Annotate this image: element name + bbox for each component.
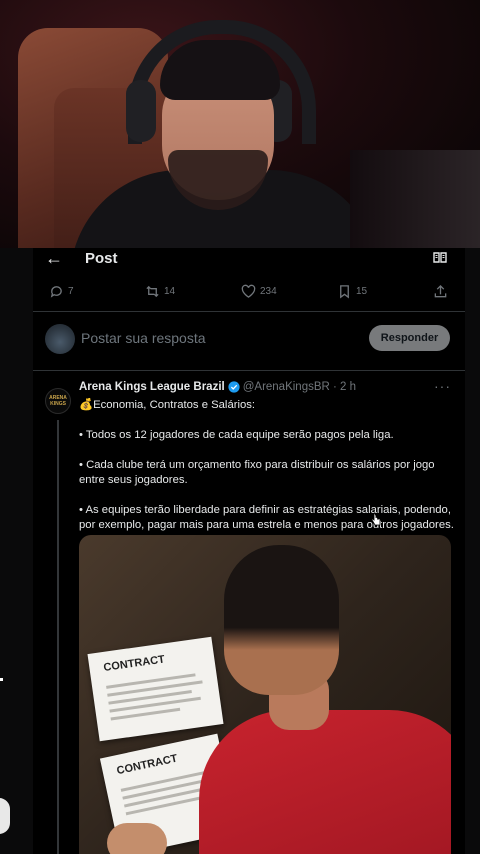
repost-icon (146, 285, 159, 298)
repost-count: 14 (164, 286, 176, 297)
contract-paper: CONTRACT (87, 636, 224, 742)
book-open-icon[interactable] (433, 252, 447, 263)
heart-icon (241, 284, 256, 298)
tweet-line: • As equipes terão liberdade para defini… (79, 504, 454, 531)
tweet-line: 💰Economia, Contratos e Salários: (79, 399, 256, 411)
tweet-line: • Todos os 12 jogadores de cada equipe s… (79, 429, 394, 441)
tweet-media-image[interactable]: CONTRACT CONTRACT (79, 535, 451, 854)
background-furniture (350, 150, 480, 250)
like-action[interactable]: 234 (241, 284, 277, 299)
post-actions: 7 14 234 15 (33, 284, 465, 306)
reply-icon (50, 286, 62, 298)
reply-action[interactable]: 7 (49, 284, 74, 299)
tweet-text: 💰Economia, Contratos e Salários: • Todos… (79, 398, 457, 533)
page-title: Post (85, 250, 118, 267)
contract-title: CONTRACT (115, 752, 179, 778)
left-marker (0, 678, 3, 681)
man-red-shirt (199, 710, 451, 854)
share-icon (434, 284, 447, 298)
reply-count: 7 (68, 286, 74, 297)
arrow-left-icon[interactable]: ← (45, 248, 63, 269)
right-background (465, 248, 480, 854)
bookmark-count: 15 (356, 286, 368, 297)
more-options-icon[interactable]: ··· (434, 378, 451, 394)
headphone-left-cup (126, 80, 156, 142)
left-background (0, 248, 33, 854)
avatar (45, 324, 75, 354)
author-name[interactable]: Arena Kings League Brazil (79, 381, 225, 393)
author-avatar[interactable]: ARENA KINGS (45, 388, 71, 414)
post-header: ← Post (33, 248, 465, 270)
webcam-overlay (0, 0, 480, 250)
bookmark-icon (340, 285, 349, 299)
tweet-author: Arena Kings League Brazil @ArenaKingsBR … (79, 381, 356, 393)
reply-composer: Postar sua resposta Responder (33, 322, 465, 358)
share-action[interactable] (433, 284, 448, 299)
thread-line (57, 420, 59, 854)
divider (33, 370, 465, 371)
contract-title: CONTRACT (102, 653, 166, 674)
tweet-line: • Cada clube terá um orçamento fixo para… (79, 459, 435, 486)
reply-tweet[interactable]: ARENA KINGS Arena Kings League Brazil @A… (33, 378, 465, 854)
reply-button[interactable]: Responder (369, 325, 450, 351)
signing-hand (107, 823, 167, 854)
divider (33, 311, 465, 312)
reply-input[interactable]: Postar sua resposta (81, 330, 206, 346)
bookmark-action[interactable]: 15 (337, 284, 367, 299)
post-panel: ← Post 7 14 234 15 Postar sua resposta R… (33, 248, 465, 854)
verified-badge-icon (228, 381, 240, 393)
man-head (224, 545, 339, 695)
repost-action[interactable]: 14 (145, 284, 175, 299)
author-handle-time: @ArenaKingsBR · 2 h (242, 381, 357, 393)
like-count: 234 (260, 286, 277, 297)
streamer-hair (160, 40, 280, 100)
mouse-cursor-icon (371, 513, 381, 526)
